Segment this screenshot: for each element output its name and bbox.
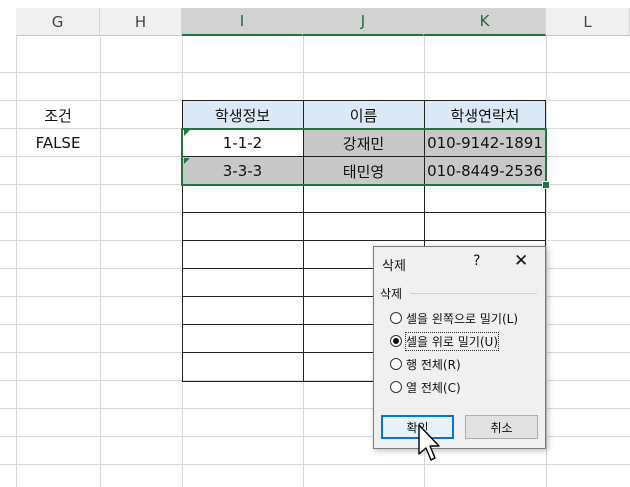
option-shift-up[interactable]: 셀을 위로 밀기(U) [390,331,500,351]
close-icon[interactable]: ✕ [514,251,528,271]
column-header-k[interactable]: K [424,8,546,36]
column-header-h[interactable]: H [100,8,182,36]
column-header-j[interactable]: J [303,8,424,36]
radio-button[interactable] [390,312,402,324]
gridline [546,36,547,487]
column-header-g[interactable]: G [16,8,100,36]
option-shift-left[interactable]: 셀을 왼쪽으로 밀기(L) [390,310,518,326]
option-entire-row[interactable]: 행 전체(R) [390,356,461,372]
cell-selection [181,128,547,186]
help-button[interactable]: ? [473,253,480,269]
radio-button[interactable] [390,358,402,370]
option-label: 셀을 왼쪽으로 밀기(L) [406,311,518,326]
column-header-i[interactable]: I [182,8,303,36]
condition-value-cell[interactable]: FALSE [16,129,100,157]
delete-dialog: 삭제 ? ✕ 삭제 셀을 왼쪽으로 밀기(L) 셀을 위로 밀기(U) 행 전체… [373,246,546,449]
cancel-button[interactable]: 취소 [465,415,538,439]
gridline [0,72,630,73]
table-row-divider [182,212,546,213]
option-label: 셀을 위로 밀기(U) [404,331,500,351]
condition-title-cell[interactable]: 조건 [16,101,100,129]
table-row-divider [182,240,546,241]
dialog-title: 삭제 [382,259,406,274]
option-label: 행 전체(R) [406,357,461,372]
radio-button[interactable] [390,381,402,393]
gridline [100,36,101,487]
group-label: 삭제 [380,287,403,301]
option-entire-column[interactable]: 열 전체(C) [390,379,461,395]
fill-handle[interactable] [542,181,550,189]
group-divider [410,293,537,294]
column-header-l[interactable]: L [546,8,630,36]
gridline [0,464,630,465]
option-label: 열 전체(C) [406,380,461,395]
radio-button-selected[interactable] [390,335,402,347]
mouse-pointer-icon [418,424,440,461]
